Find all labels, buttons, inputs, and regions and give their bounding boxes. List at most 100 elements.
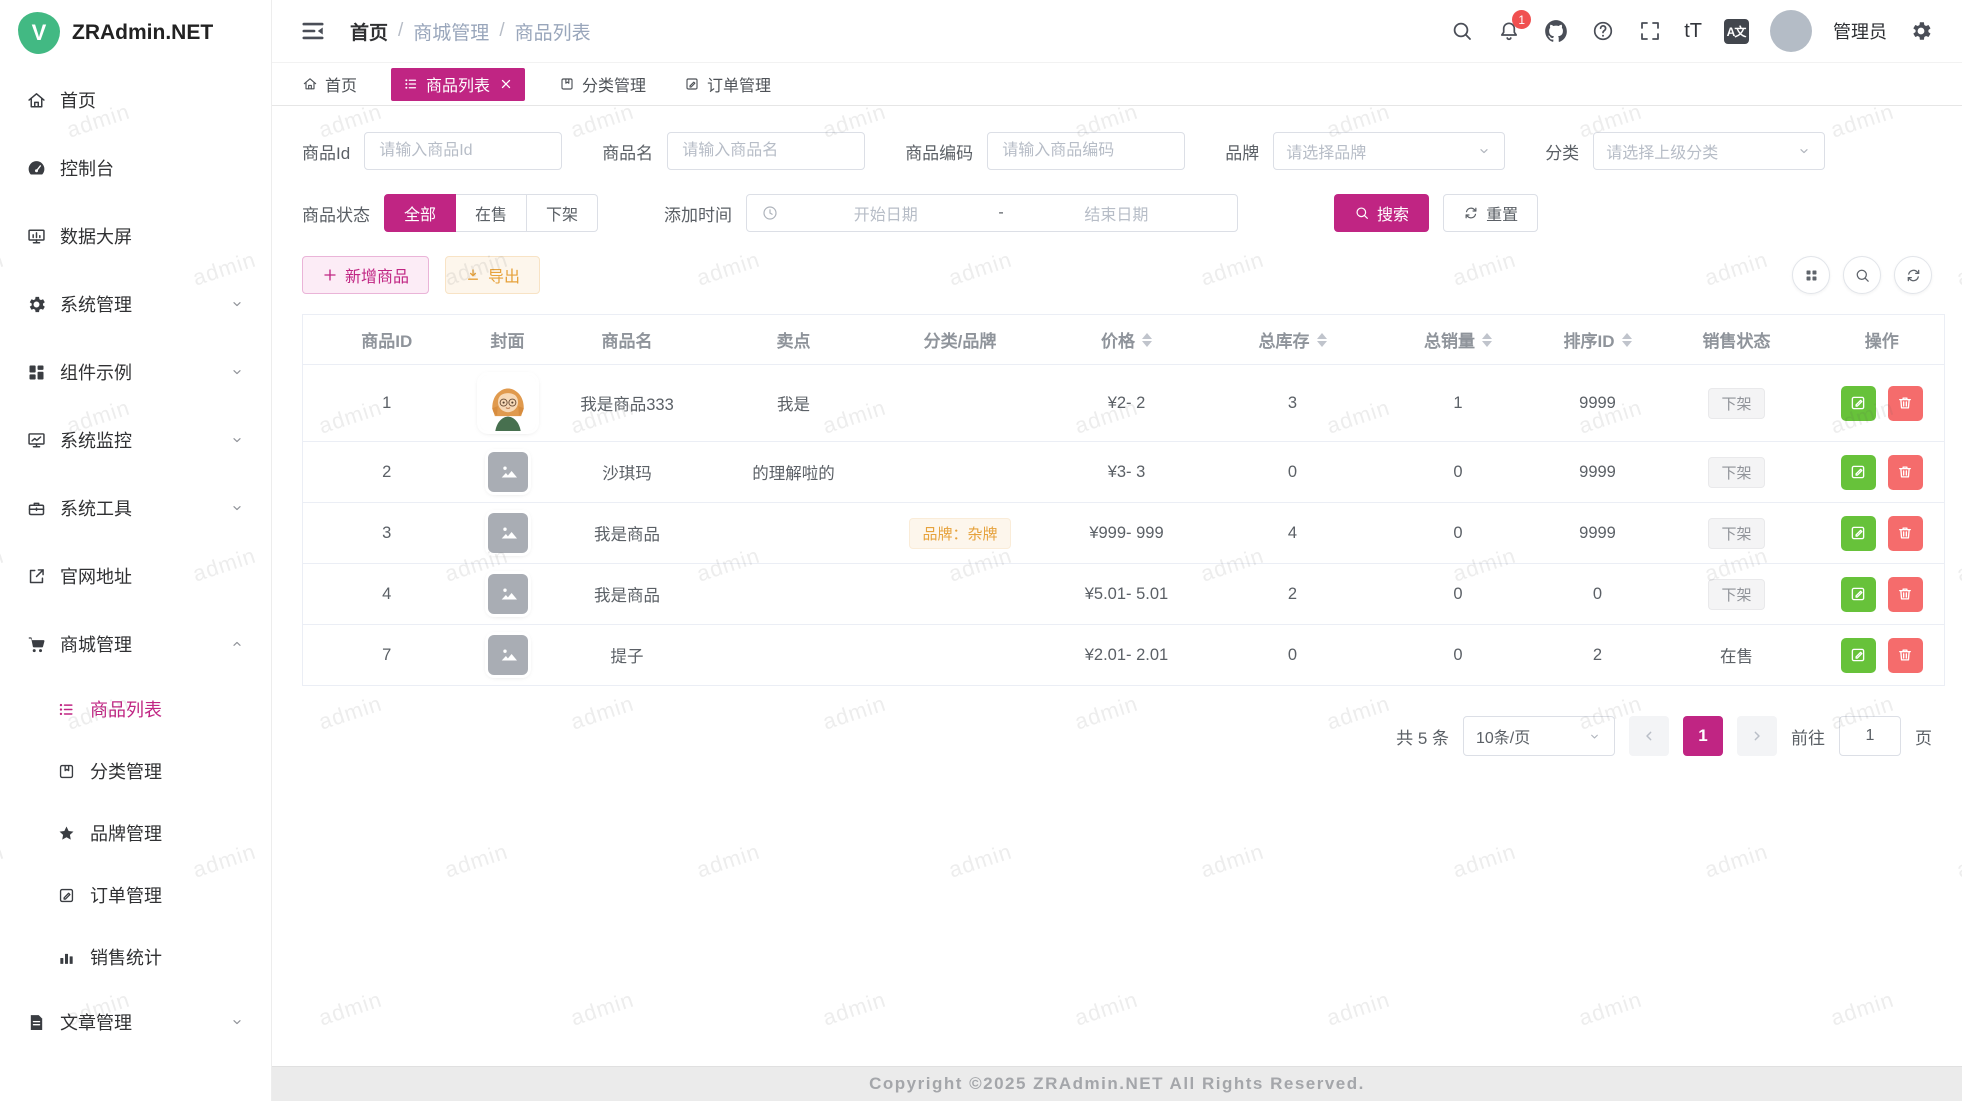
next-page-button[interactable] [1737, 716, 1777, 756]
sort-icons[interactable] [1482, 333, 1492, 347]
sidebar-item-数据大屏[interactable]: 数据大屏 [0, 202, 271, 270]
app-logo[interactable]: V ZRAdmin.NET [0, 0, 271, 66]
column-header-总销量[interactable]: 总销量 [1375, 315, 1542, 365]
sidebar-item-label: 首页 [60, 87, 245, 113]
cell-product-id: 4 [303, 564, 471, 625]
cell-sort-id: 9999 [1542, 503, 1654, 564]
sidebar-item-label: 系统工具 [60, 495, 229, 521]
status-option-offshelf[interactable]: 下架 [527, 194, 598, 232]
article-icon [26, 1012, 47, 1033]
add-product-button[interactable]: 新增商品 [302, 256, 429, 294]
current-page[interactable]: 1 [1683, 716, 1723, 756]
sort-icons[interactable] [1142, 333, 1152, 347]
cell-stock: 2 [1211, 564, 1375, 625]
sidebar-item-组件示例[interactable]: 组件示例 [0, 338, 271, 406]
tab-分类管理[interactable]: 分类管理 [555, 68, 650, 101]
toggle-search-icon[interactable] [1843, 256, 1881, 294]
status-badge: 下架 [1708, 457, 1764, 488]
tab-首页[interactable]: 首页 [298, 68, 361, 101]
delete-button[interactable] [1888, 638, 1923, 673]
sidebar-item-订单管理[interactable]: 订单管理 [0, 864, 271, 926]
prev-page-button[interactable] [1629, 716, 1669, 756]
sort-icons[interactable] [1317, 333, 1327, 347]
github-icon[interactable] [1543, 18, 1569, 44]
category-select[interactable]: 请选择上级分类 [1593, 132, 1825, 170]
pagination-total: 共 5 条 [1396, 724, 1449, 749]
cell-selling-point: 我是 [710, 365, 878, 442]
cell-product-name: 我是商品 [545, 503, 710, 564]
search-button[interactable]: 搜索 [1334, 194, 1429, 232]
status-option-onsale[interactable]: 在售 [456, 194, 527, 232]
edit-button[interactable] [1841, 638, 1876, 673]
external-link-icon [26, 566, 47, 587]
column-settings-icon[interactable] [1792, 256, 1830, 294]
language-icon[interactable]: A文 [1723, 18, 1749, 44]
close-tab-icon[interactable] [499, 77, 513, 91]
search-icon [1354, 205, 1370, 221]
goto-page-input[interactable] [1839, 716, 1901, 756]
edit-button[interactable] [1841, 455, 1876, 490]
breadcrumb-home[interactable]: 首页 [350, 18, 388, 45]
refresh-table-icon[interactable] [1894, 256, 1932, 294]
fullscreen-icon[interactable] [1637, 18, 1663, 44]
export-button[interactable]: 导出 [445, 256, 540, 294]
date-range-picker[interactable]: 开始日期 - 结束日期 [746, 194, 1238, 232]
chevron-up-icon [229, 636, 245, 652]
sort-icons[interactable] [1622, 333, 1632, 347]
sidebar-item-系统监控[interactable]: 系统监控 [0, 406, 271, 474]
reset-button[interactable]: 重置 [1443, 194, 1538, 232]
page-size-select[interactable]: 10条/页 [1463, 716, 1615, 756]
edit-button[interactable] [1841, 516, 1876, 551]
sidebar-menu: 首页控制台数据大屏系统管理组件示例系统监控系统工具官网地址商城管理商品列表分类管… [0, 66, 271, 1101]
notifications-bell-icon[interactable]: 1 [1496, 18, 1522, 44]
settings-gear-icon[interactable] [1908, 18, 1934, 44]
star-icon [56, 824, 77, 843]
cell-brand-tag [878, 625, 1043, 686]
tab-订单管理[interactable]: 订单管理 [680, 68, 775, 101]
product-code-input[interactable] [987, 132, 1185, 170]
status-option-all[interactable]: 全部 [384, 194, 456, 232]
delete-button[interactable] [1888, 516, 1923, 551]
tab-商品列表[interactable]: 商品列表 [391, 68, 525, 101]
gear-solid-icon [26, 294, 47, 315]
edit-button[interactable] [1841, 386, 1876, 421]
sidebar-item-文章管理[interactable]: 文章管理 [0, 988, 271, 1056]
category-icon [56, 762, 77, 781]
column-header-销售状态: 销售状态 [1654, 315, 1820, 365]
sidebar-item-分类管理[interactable]: 分类管理 [0, 740, 271, 802]
sidebar-item-label: 控制台 [60, 155, 245, 181]
sidebar-item-系统工具[interactable]: 系统工具 [0, 474, 271, 542]
edit-icon [1849, 394, 1867, 412]
user-avatar[interactable] [1770, 10, 1812, 52]
chevron-down-icon [229, 432, 245, 448]
font-size-icon[interactable]: tT [1684, 18, 1702, 44]
cell-selling-point [710, 503, 878, 564]
sidebar-item-控制台[interactable]: 控制台 [0, 134, 271, 202]
brand-select[interactable]: 请选择品牌 [1273, 132, 1505, 170]
sidebar-item-销售统计[interactable]: 销售统计 [0, 926, 271, 988]
product-id-input[interactable] [364, 132, 562, 170]
delete-button[interactable] [1888, 386, 1923, 421]
sidebar-item-商城管理[interactable]: 商城管理 [0, 610, 271, 678]
column-header-排序ID[interactable]: 排序ID [1542, 315, 1654, 365]
column-header-价格[interactable]: 价格 [1043, 315, 1211, 365]
delete-button[interactable] [1888, 455, 1923, 490]
sidebar-item-首页[interactable]: 首页 [0, 66, 271, 134]
cell-sort-id: 0 [1542, 564, 1654, 625]
image-placeholder-icon [488, 452, 528, 492]
header-search-icon[interactable] [1449, 18, 1475, 44]
column-header-总库存[interactable]: 总库存 [1211, 315, 1375, 365]
product-name-input[interactable] [667, 132, 865, 170]
collapse-sidebar-icon[interactable] [300, 18, 326, 44]
help-icon[interactable] [1590, 18, 1616, 44]
sidebar-item-label: 组件示例 [60, 359, 229, 385]
delete-button[interactable] [1888, 577, 1923, 612]
sidebar-item-品牌管理[interactable]: 品牌管理 [0, 802, 271, 864]
edit-button[interactable] [1841, 577, 1876, 612]
chevron-down-icon [1796, 143, 1812, 159]
sidebar-item-商品列表[interactable]: 商品列表 [0, 678, 271, 740]
main-area: 首页 / 商城管理 / 商品列表 1 tT A文 管理员 首页商品列表分类管理订… [272, 0, 1962, 1101]
column-header-操作: 操作 [1820, 315, 1945, 365]
sidebar-item-官网地址[interactable]: 官网地址 [0, 542, 271, 610]
sidebar-item-系统管理[interactable]: 系统管理 [0, 270, 271, 338]
